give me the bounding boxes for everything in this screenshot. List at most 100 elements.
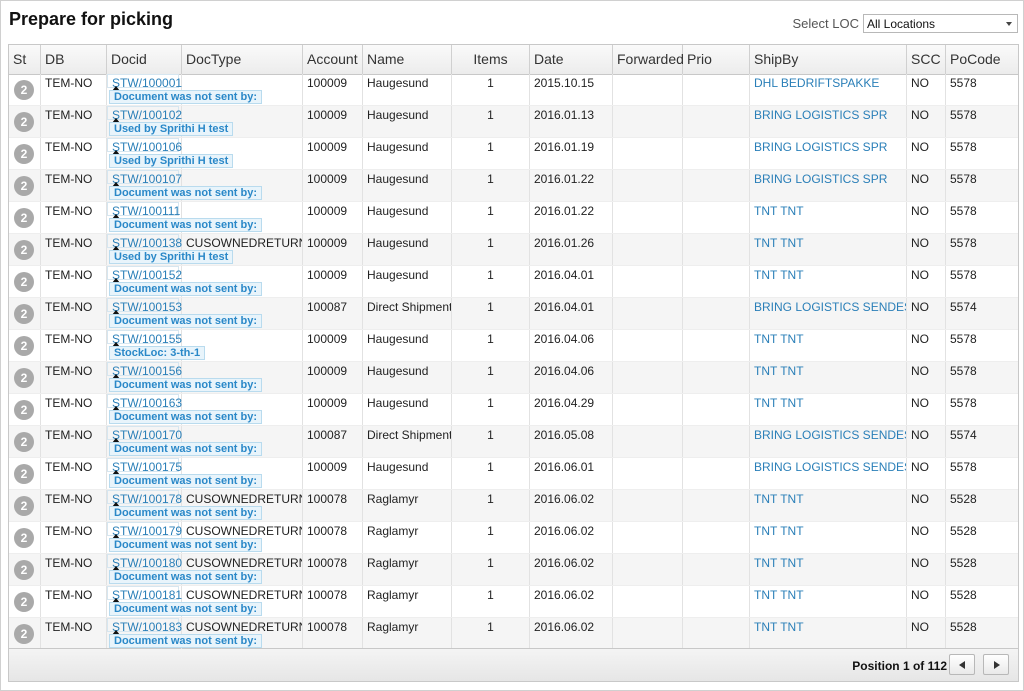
shipby-link[interactable]: BRING LOGISTICS SPR xyxy=(754,172,887,186)
row-note: Document was not sent by: xyxy=(109,506,263,520)
shipby-link[interactable]: BRING LOGISTICS SENDES xyxy=(754,300,906,314)
table-row[interactable]: 2 TEM-NO STW/100106 Used by Sprithi H test 1… xyxy=(9,138,1018,170)
table-row[interactable]: 2 TEM-NO STW/100111 Document was not sent b… xyxy=(9,202,1018,234)
next-page-button[interactable] xyxy=(983,654,1009,675)
shipby-link[interactable]: TNT TNT xyxy=(754,268,804,282)
cell-text-account: 100009 xyxy=(307,268,348,282)
cell-name: Direct Shipment xyxy=(363,426,452,457)
shipby-link[interactable]: TNT TNT xyxy=(754,620,804,634)
shipby-link[interactable]: TNT TNT xyxy=(754,492,804,506)
shipby-link[interactable]: TNT TNT xyxy=(754,524,804,538)
column-header-date[interactable]: Date xyxy=(530,45,613,74)
docid-link[interactable]: STW/100170 xyxy=(112,428,182,442)
table-row[interactable]: 2 TEM-NO STW/100155 StockLoc: 3-th-1 100009 H… xyxy=(9,330,1018,362)
column-header-prio[interactable]: Prio xyxy=(683,45,750,74)
docid-link[interactable]: STW/100138 xyxy=(112,236,182,250)
cell-items: 1 xyxy=(452,138,530,169)
docid-link[interactable]: STW/100106 xyxy=(112,140,182,154)
table-row[interactable]: 2 TEM-NO STW/100001 Document was not sent b… xyxy=(9,74,1018,106)
docid-link[interactable]: STW/100152 xyxy=(112,268,182,282)
column-header-account[interactable]: Account xyxy=(303,45,363,74)
docid-link[interactable]: STW/100001 xyxy=(112,76,182,90)
shipby-link[interactable]: TNT TNT xyxy=(754,396,804,410)
column-header-shipby[interactable]: ShipBy xyxy=(750,45,907,74)
cell-docid: STW/100183 Document was not sent by: xyxy=(107,618,263,649)
shipby-link[interactable]: BRING LOGISTICS SENDES xyxy=(754,460,906,474)
status-badge: 2 xyxy=(14,272,34,292)
cell-docid: STW/100102 Used by Sprithi H test xyxy=(107,106,234,137)
row-note: Document was not sent by: xyxy=(109,538,263,552)
table-row[interactable]: 2 TEM-NO STW/100152 Document was not sent b… xyxy=(9,266,1018,298)
cell-scc: NO xyxy=(907,618,946,649)
cell-scc: NO xyxy=(907,106,946,137)
table-row[interactable]: 2 TEM-NO STW/100107 Document was not sent b… xyxy=(9,170,1018,202)
table-row[interactable]: 2 TEM-NO STW/100180 Document was not sent b… xyxy=(9,554,1018,586)
cell-text-name: Raglamyr xyxy=(367,620,419,634)
docid-link[interactable]: STW/100180 xyxy=(112,556,182,570)
shipby-link[interactable]: TNT TNT xyxy=(754,204,804,218)
table-row[interactable]: 2 TEM-NO STW/100183 Document was not sent b… xyxy=(9,618,1018,650)
table-row[interactable]: 2 TEM-NO STW/100138 Used by Sprithi H test C… xyxy=(9,234,1018,266)
table-row[interactable]: 2 TEM-NO STW/100153 Document was not sent b… xyxy=(9,298,1018,330)
table-row[interactable]: 2 TEM-NO STW/100181 Document was not sent b… xyxy=(9,586,1018,618)
table-row[interactable]: 2 TEM-NO STW/100163 Document was not sent b… xyxy=(9,394,1018,426)
docid-link[interactable]: STW/100178 xyxy=(112,492,182,506)
cell-forwarded xyxy=(613,490,683,521)
docid-link[interactable]: STW/100181 xyxy=(112,588,182,602)
docid-link[interactable]: STW/100183 xyxy=(112,620,182,634)
column-header-st[interactable]: St xyxy=(9,45,41,74)
cell-account: 100078 xyxy=(303,586,363,617)
cell-account: 100078 xyxy=(303,554,363,585)
table-row[interactable]: 2 TEM-NO STW/100156 Document was not sent b… xyxy=(9,362,1018,394)
cell-text-pocode: 5528 xyxy=(950,588,977,602)
location-select[interactable]: All Locations xyxy=(863,14,1018,33)
shipby-link[interactable]: TNT TNT xyxy=(754,332,804,346)
cell-text-pocode: 5578 xyxy=(950,140,977,154)
status-badge: 2 xyxy=(14,496,34,516)
table-row[interactable]: 2 TEM-NO STW/100102 Used by Sprithi H test 1… xyxy=(9,106,1018,138)
cell-text-date: 2016.01.13 xyxy=(534,108,595,122)
shipby-link[interactable]: BRING LOGISTICS SPR xyxy=(754,140,887,154)
cell-forwarded xyxy=(613,202,683,233)
cell-st: 2 xyxy=(9,170,41,201)
column-header-docid[interactable]: Docid xyxy=(107,45,182,74)
cell-text-name: Haugesund xyxy=(367,268,429,282)
shipby-link[interactable]: BRING LOGISTICS SPR xyxy=(754,108,887,122)
shipby-link[interactable]: TNT TNT xyxy=(754,236,804,250)
cell-docid: STW/100170 Document was not sent by: xyxy=(107,426,263,457)
docid-link[interactable]: STW/100175 xyxy=(112,460,182,474)
column-header-pocode[interactable]: PoCode xyxy=(946,45,1018,74)
docid-link[interactable]: STW/100102 xyxy=(112,108,182,122)
column-header-forwarded[interactable]: Forwarded xyxy=(613,45,684,74)
table-row[interactable]: 2 TEM-NO STW/100178 Document was not sent b… xyxy=(9,490,1018,522)
cell-scc: NO xyxy=(907,202,946,233)
cell-docid: STW/100155 StockLoc: 3-th-1 xyxy=(107,330,206,361)
cell-prio xyxy=(683,298,750,329)
column-header-doctype[interactable]: DocType xyxy=(182,45,303,74)
table-row[interactable]: 2 TEM-NO STW/100170 Document was not sent b… xyxy=(9,426,1018,458)
shipby-link[interactable]: BRING LOGISTICS SENDES xyxy=(754,428,906,442)
shipby-link[interactable]: TNT TNT xyxy=(754,556,804,570)
cell-pocode: 5578 xyxy=(946,234,1018,265)
table-row[interactable]: 2 TEM-NO STW/100179 Document was not sent b… xyxy=(9,522,1018,554)
column-header-name[interactable]: Name xyxy=(363,45,452,74)
column-header-items[interactable]: Items xyxy=(452,45,530,74)
docid-link[interactable]: STW/100107 xyxy=(112,172,182,186)
cell-scc: NO xyxy=(907,234,946,265)
cell-text-date: 2016.06.02 xyxy=(534,492,595,506)
docid-link[interactable]: STW/100179 xyxy=(112,524,182,538)
docid-link[interactable]: STW/100111 xyxy=(112,204,180,218)
column-header-scc[interactable]: SCC xyxy=(907,45,946,74)
shipby-link[interactable]: TNT TNT xyxy=(754,364,804,378)
table-row[interactable]: 2 TEM-NO STW/100175 Document was not sent b… xyxy=(9,458,1018,490)
column-header-db[interactable]: DB xyxy=(41,45,107,74)
shipby-link[interactable]: DHL BEDRIFTSPAKKE xyxy=(754,76,879,90)
docid-link[interactable]: STW/100155 xyxy=(112,332,182,346)
cell-text-name: Raglamyr xyxy=(367,492,419,506)
shipby-link[interactable]: TNT TNT xyxy=(754,588,804,602)
prev-page-button[interactable] xyxy=(949,654,975,675)
docid-link[interactable]: STW/100156 xyxy=(112,364,182,378)
docid-link[interactable]: STW/100163 xyxy=(112,396,182,410)
docid-link[interactable]: STW/100153 xyxy=(112,300,182,314)
cell-scc: NO xyxy=(907,522,946,553)
